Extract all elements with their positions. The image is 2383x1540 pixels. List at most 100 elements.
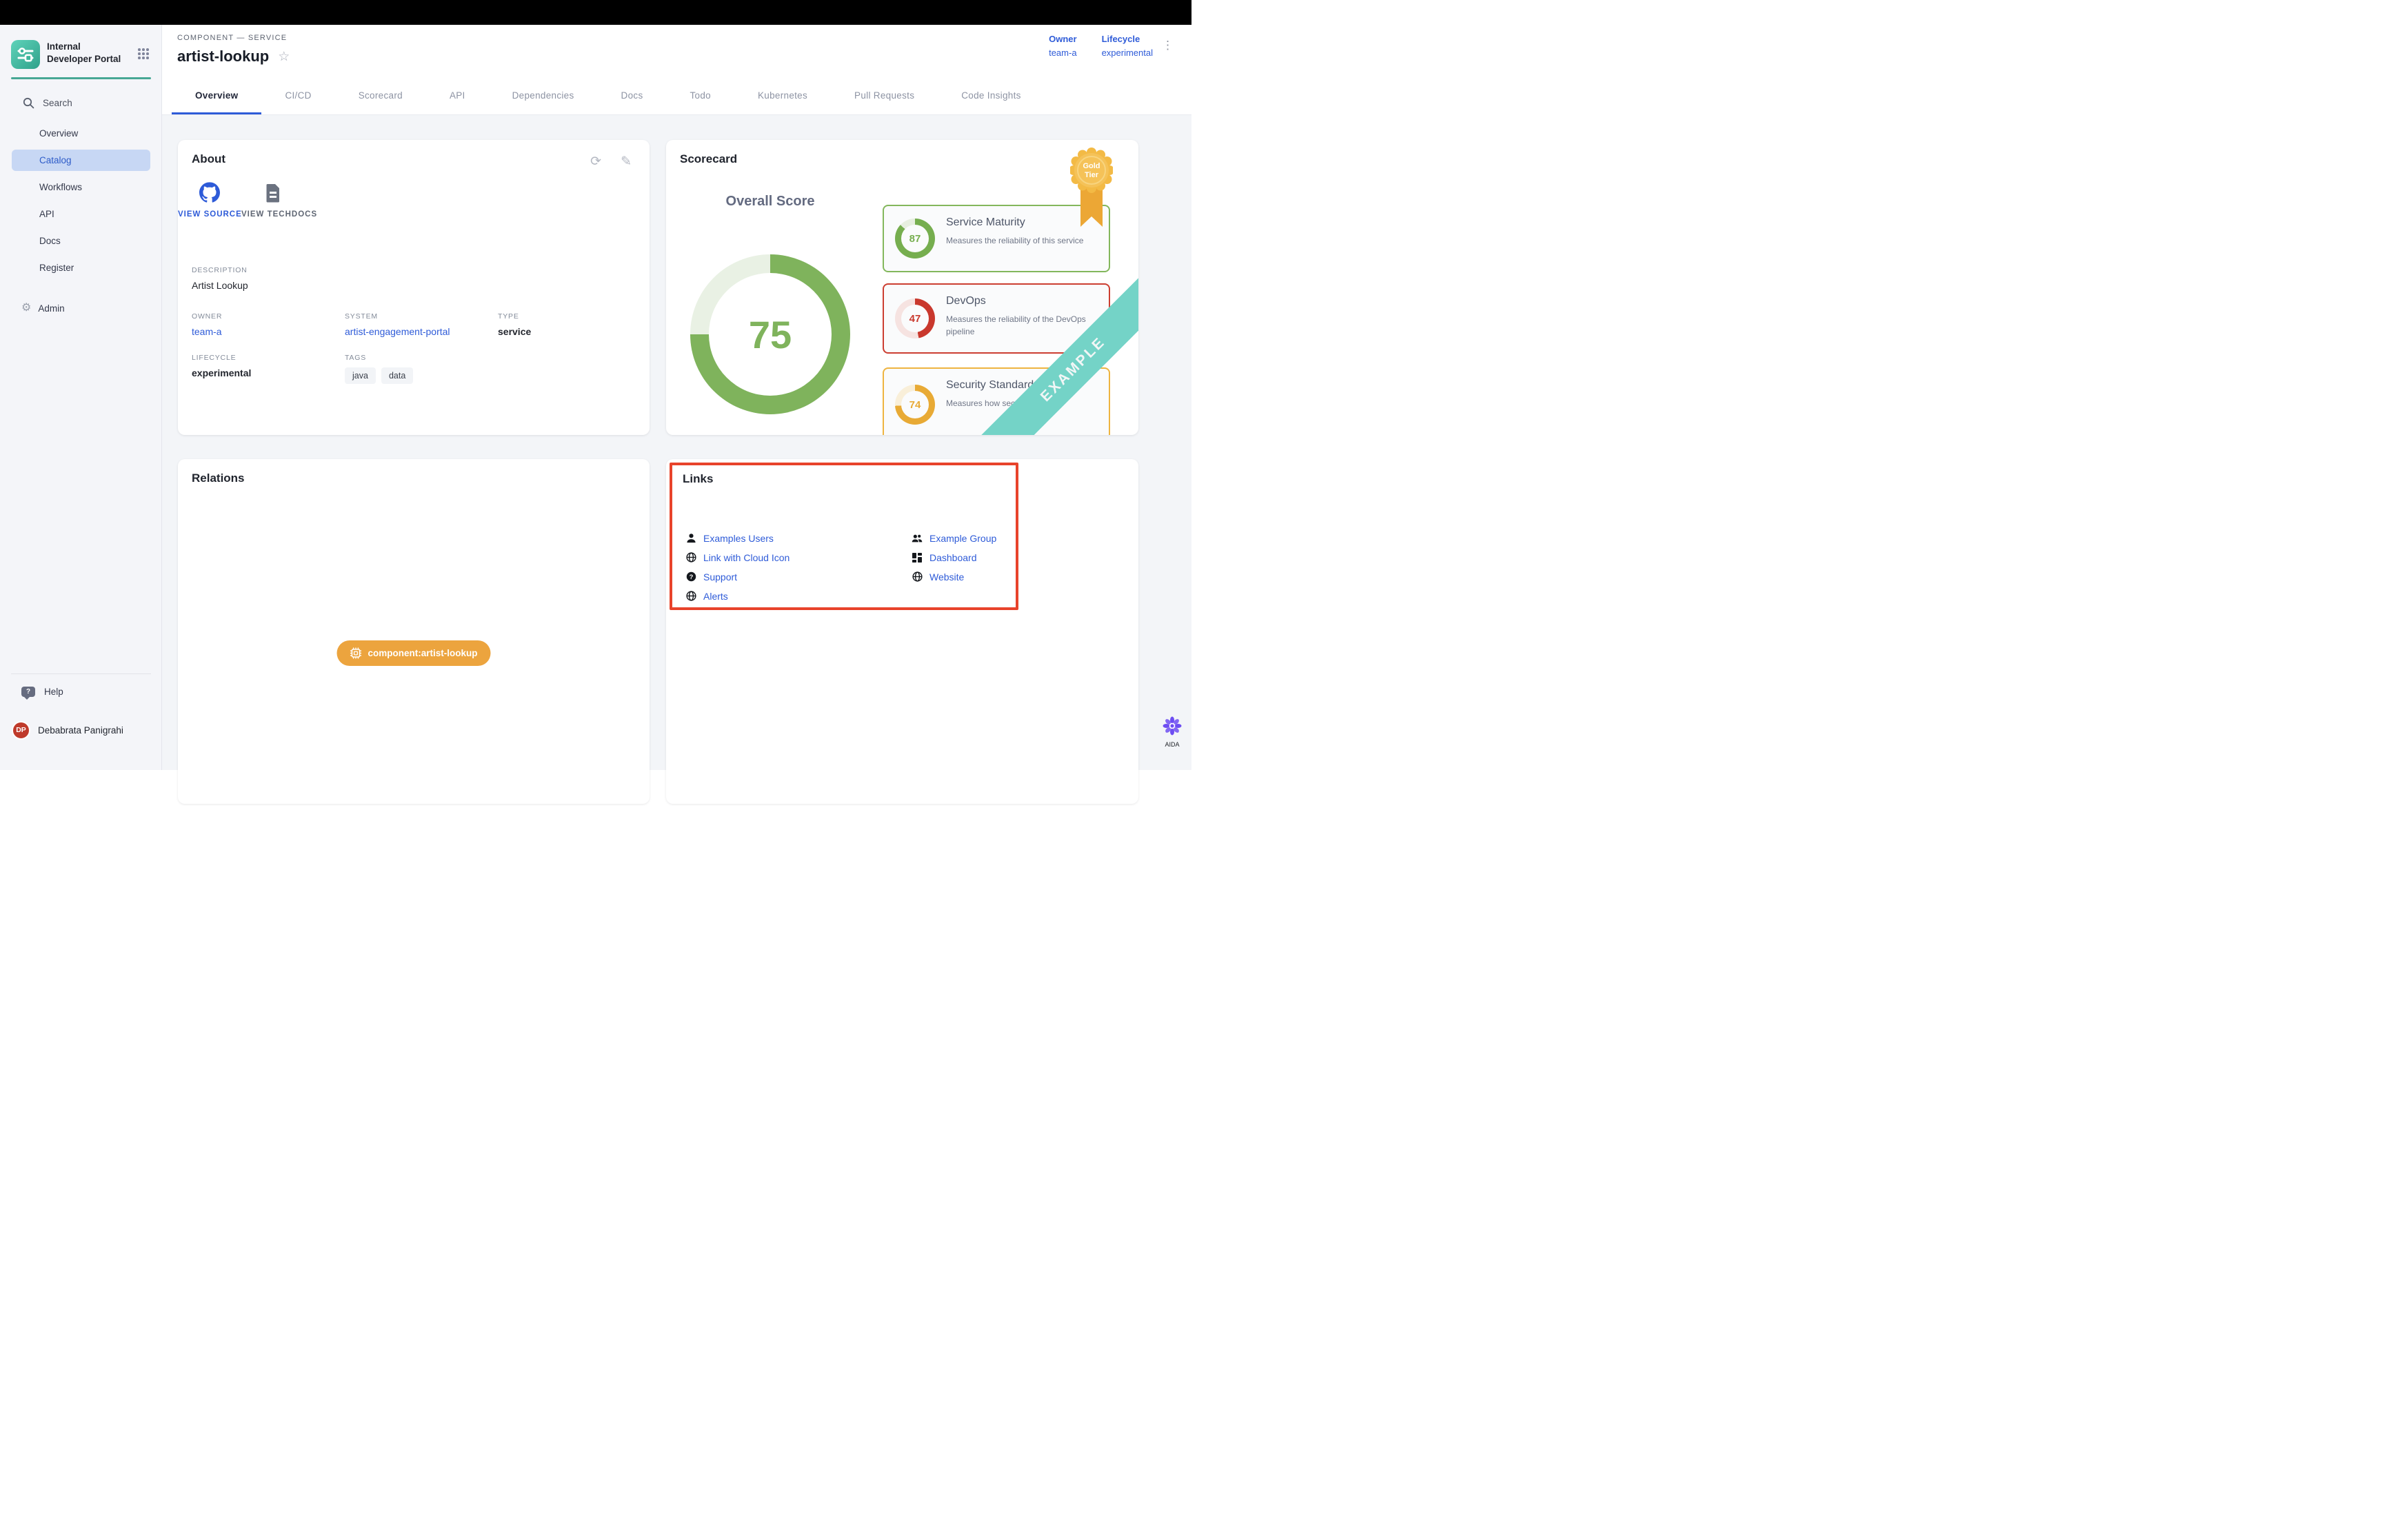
- relations-entity-chip[interactable]: component:artist-lookup: [337, 640, 491, 666]
- link-dashboard[interactable]: Dashboard: [912, 551, 996, 564]
- tab-api[interactable]: API: [426, 77, 489, 114]
- sidebar-divider: [11, 673, 151, 674]
- links-title: Links: [683, 472, 713, 486]
- gear-icon: ⚙: [21, 303, 31, 314]
- page-header: COMPONENT — SERVICE artist-lookup ☆ Owne…: [162, 25, 1192, 77]
- tab-kubernetes[interactable]: Kubernetes: [734, 77, 831, 114]
- aida-widget[interactable]: AIDA: [1156, 716, 1188, 748]
- about-title: About: [192, 152, 225, 166]
- tab-bar: Overview CI/CD Scorecard API Dependencie…: [162, 77, 1192, 115]
- owner-link[interactable]: team-a: [1049, 48, 1076, 58]
- sidebar-item-admin[interactable]: ⚙ Admin: [12, 297, 150, 319]
- link-with-cloud-icon[interactable]: Link with Cloud Icon: [685, 551, 790, 564]
- lifecycle-field-label: LIFECYCLE: [192, 354, 251, 362]
- refresh-icon[interactable]: ⟳: [590, 155, 601, 168]
- globe-icon: [912, 571, 923, 582]
- sidebar-header: Internal Developer Portal: [0, 39, 162, 77]
- tab-cicd[interactable]: CI/CD: [261, 77, 334, 114]
- scorecard-card: Scorecard Gold Tier Overall Score 75: [666, 140, 1138, 435]
- page-title: artist-lookup: [177, 48, 269, 65]
- person-icon: [685, 533, 696, 543]
- relations-title: Relations: [192, 472, 245, 485]
- link-alerts[interactable]: Alerts: [685, 589, 790, 602]
- view-techdocs-link[interactable]: VIEW TECHDOCS: [241, 178, 305, 221]
- tag-chip[interactable]: java: [345, 367, 376, 384]
- description-value: Artist Lookup: [192, 280, 248, 291]
- sidebar-accent-divider: [11, 77, 151, 79]
- globe-icon: [685, 591, 696, 601]
- apps-grid-icon[interactable]: [137, 48, 150, 60]
- header-lifecycle: Lifecycle experimental: [1102, 34, 1153, 58]
- tab-overview[interactable]: Overview: [172, 77, 261, 114]
- view-source-label: VIEW SOURCE: [178, 208, 241, 221]
- help-label: Help: [44, 687, 63, 697]
- tag-chip[interactable]: data: [381, 367, 413, 384]
- sidebar-item-overview[interactable]: Overview: [12, 120, 150, 147]
- favorite-star-icon[interactable]: ☆: [278, 50, 290, 63]
- content-area: About ⟳ ✎ VIEW SOURCE: [162, 115, 1192, 770]
- header-owner: Owner team-a: [1049, 34, 1076, 58]
- user-name: Debabrata Panigrahi: [38, 725, 123, 736]
- tab-todo[interactable]: Todo: [667, 77, 734, 114]
- tab-code-insights[interactable]: Code Insights: [938, 77, 1044, 114]
- link-website[interactable]: Website: [912, 570, 996, 583]
- page: Internal Developer Portal Search Overvie…: [0, 0, 1192, 770]
- overall-score-gauge: 75: [690, 254, 850, 414]
- overall-score-label: Overall Score: [667, 194, 874, 210]
- lifecycle-value: experimental: [1102, 48, 1153, 58]
- link-example-group[interactable]: Example Group: [912, 531, 996, 545]
- kebab-menu-icon[interactable]: ⋮: [1162, 39, 1174, 52]
- aida-label: AIDA: [1156, 741, 1188, 748]
- breadcrumb: COMPONENT — SERVICE: [177, 34, 287, 42]
- sidebar-search[interactable]: Search: [0, 92, 162, 113]
- sidebar-item-register[interactable]: Register: [12, 254, 150, 281]
- dashboard-icon: [912, 553, 923, 563]
- link-examples-users[interactable]: Examples Users: [685, 531, 790, 545]
- metric-name: Security Standards: [946, 379, 1039, 392]
- view-source-link[interactable]: VIEW SOURCE: [178, 178, 241, 221]
- edit-pencil-icon[interactable]: ✎: [621, 155, 632, 168]
- group-icon: [912, 533, 923, 543]
- admin-label: Admin: [38, 303, 64, 314]
- links-card: Links Examples Users Link with Cloud Ico…: [666, 459, 1138, 804]
- relations-chip-label: component:artist-lookup: [368, 648, 478, 658]
- type-field-value: service: [498, 326, 531, 337]
- tab-scorecard[interactable]: Scorecard: [335, 77, 426, 114]
- help-chat-icon: ?: [21, 687, 35, 697]
- lifecycle-field-value: experimental: [192, 367, 251, 378]
- about-card: About ⟳ ✎ VIEW SOURCE: [178, 140, 650, 435]
- overall-score-value: 75: [749, 312, 792, 357]
- tab-dependencies[interactable]: Dependencies: [489, 77, 598, 114]
- sidebar-item-docs[interactable]: Docs: [12, 227, 150, 254]
- owner-label: Owner: [1049, 34, 1076, 44]
- lifecycle-label: Lifecycle: [1102, 34, 1153, 44]
- sidebar: Internal Developer Portal Search Overvie…: [0, 25, 162, 770]
- gold-tier-line1: Gold: [1083, 162, 1100, 170]
- globe-icon: [685, 552, 696, 563]
- tab-docs[interactable]: Docs: [598, 77, 667, 114]
- gold-tier-line2: Tier: [1085, 171, 1099, 179]
- system-field-link[interactable]: artist-engagement-portal: [345, 326, 450, 337]
- gold-tier-badge: Gold Tier: [1070, 147, 1113, 232]
- owner-field-link[interactable]: team-a: [192, 326, 222, 337]
- security-standards-score: 74: [909, 399, 921, 411]
- scorecard-title: Scorecard: [680, 152, 737, 166]
- devops-score: 47: [909, 313, 921, 325]
- help-circle-icon: ?: [685, 571, 696, 582]
- sidebar-item-workflows[interactable]: Workflows: [12, 174, 150, 201]
- relations-card: Relations component:artist-lookup: [178, 459, 650, 804]
- search-label: Search: [43, 98, 72, 108]
- service-maturity-ring: 87: [895, 219, 935, 259]
- search-icon: [23, 97, 34, 109]
- metric-name: Service Maturity: [946, 216, 1025, 229]
- sidebar-item-help[interactable]: ? Help: [0, 681, 162, 702]
- sidebar-user[interactable]: DP Debabrata Panigrahi: [0, 718, 162, 742]
- security-standards-ring: 74: [895, 385, 935, 425]
- link-support[interactable]: ? Support: [685, 570, 790, 583]
- sidebar-item-api[interactable]: API: [12, 201, 150, 227]
- tags-field-label: TAGS: [345, 354, 413, 362]
- tab-pull-requests[interactable]: Pull Requests: [831, 77, 938, 114]
- sidebar-item-catalog[interactable]: Catalog: [12, 150, 150, 171]
- chip-icon: [350, 647, 362, 659]
- description-label: DESCRIPTION: [192, 266, 248, 274]
